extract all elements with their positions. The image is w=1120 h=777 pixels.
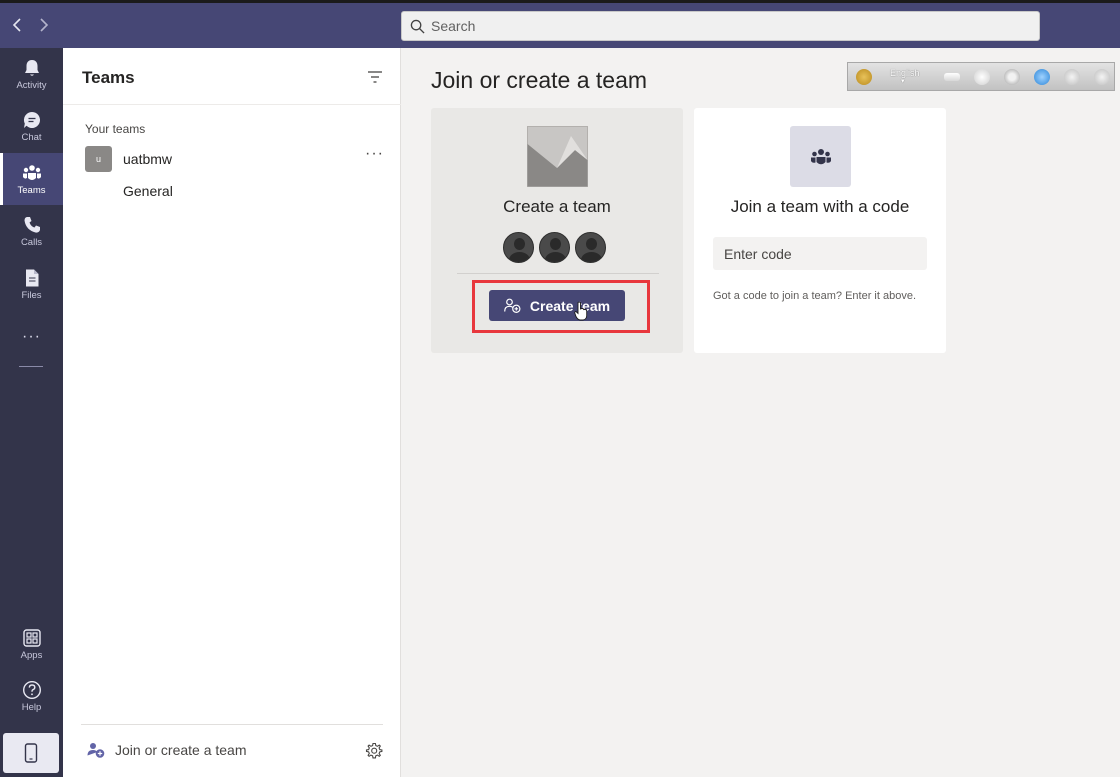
teams-icon: [810, 148, 831, 164]
settings-icon[interactable]: [1003, 68, 1020, 85]
people-add-icon: [504, 298, 521, 313]
join-link-label: Join or create a team: [115, 742, 247, 758]
panel-title: Teams: [82, 68, 135, 87]
rail-label: Activity: [16, 79, 47, 91]
team-avatar: u: [85, 146, 112, 172]
app-rail: Activity Chat Teams Calls Files ··· Apps…: [0, 48, 63, 777]
join-hint-text: Got a code to join a team? Enter it abov…: [713, 290, 917, 302]
avatar: [503, 232, 534, 263]
gear-icon[interactable]: [365, 742, 383, 760]
help-icon: [22, 680, 41, 699]
create-team-heading: Create a team: [503, 197, 611, 216]
rail-label: Apps: [20, 649, 43, 661]
floating-language-toolbar: English: [847, 62, 1115, 91]
chevron-left-icon: [12, 18, 21, 32]
panel-divider: [63, 104, 401, 105]
rail-label: Teams: [17, 184, 46, 196]
page-title: Join or create a team: [431, 67, 648, 93]
phone-icon: [24, 216, 40, 233]
bell-icon: [24, 59, 39, 76]
landscape-image-icon: [527, 126, 588, 187]
download-mobile-app-button[interactable]: [3, 733, 59, 773]
create-team-button[interactable]: Create team: [489, 290, 625, 321]
join-team-image: [790, 126, 851, 187]
avatar: [539, 232, 570, 263]
search-input[interactable]: [431, 18, 991, 34]
avatar-group: [503, 232, 606, 263]
rail-item-help[interactable]: Help: [0, 670, 63, 722]
team-row[interactable]: u uatbmw ···: [63, 144, 401, 174]
window-edge: [0, 0, 1120, 3]
keyboard-icon[interactable]: [943, 72, 960, 81]
footer-divider: [81, 724, 383, 725]
team-name: uatbmw: [123, 151, 173, 167]
file-icon: [25, 269, 38, 286]
team-more-options-button[interactable]: ···: [365, 145, 384, 163]
apps-icon: [22, 628, 41, 647]
rail-label: Calls: [20, 236, 43, 248]
join-team-heading: Join a team with a code: [730, 197, 910, 216]
hand-pointer-icon: [574, 301, 588, 321]
teams-icon: [22, 164, 41, 180]
rail-label: Chat: [21, 131, 42, 143]
avatar: [575, 232, 606, 263]
help-icon[interactable]: [1063, 68, 1080, 85]
brush-icon[interactable]: [973, 68, 990, 85]
info-icon[interactable]: [1093, 68, 1110, 85]
rail-item-files[interactable]: Files: [0, 258, 63, 310]
chat-icon: [23, 111, 40, 128]
back-button[interactable]: [7, 14, 27, 36]
teams-panel: Teams Your teams u uatbmw ··· General Jo…: [63, 48, 401, 777]
people-add-icon: [87, 743, 105, 758]
team-code-input[interactable]: [713, 237, 927, 270]
more-apps-button[interactable]: ···: [0, 328, 63, 346]
browser-icon[interactable]: [1033, 68, 1050, 85]
join-or-create-team-link[interactable]: Join or create a team: [87, 742, 247, 758]
rail-item-calls[interactable]: Calls: [0, 205, 63, 257]
forward-button[interactable]: [34, 14, 54, 36]
search-box[interactable]: [401, 11, 1040, 41]
rail-item-apps[interactable]: Apps: [0, 618, 63, 670]
rail-divider: [19, 366, 43, 367]
crescent-icon[interactable]: [856, 68, 872, 85]
rail-item-chat[interactable]: Chat: [0, 100, 63, 152]
language-selector[interactable]: English: [890, 68, 920, 85]
title-bar: [0, 0, 1120, 48]
rail-item-teams[interactable]: Teams: [0, 153, 63, 205]
mobile-phone-icon: [24, 743, 38, 763]
join-team-card: Join a team with a code Got a code to jo…: [694, 108, 946, 353]
rail-label: Help: [21, 701, 42, 713]
rail-label: Files: [21, 289, 42, 301]
filter-icon[interactable]: [367, 70, 383, 84]
channel-item-general[interactable]: General: [123, 183, 173, 199]
chevron-right-icon: [40, 18, 49, 32]
card-divider: [457, 273, 659, 274]
create-team-button-label: Create team: [529, 297, 611, 314]
your-teams-label: Your teams: [85, 122, 146, 136]
rail-item-activity[interactable]: Activity: [0, 48, 63, 100]
search-icon: [410, 19, 425, 34]
